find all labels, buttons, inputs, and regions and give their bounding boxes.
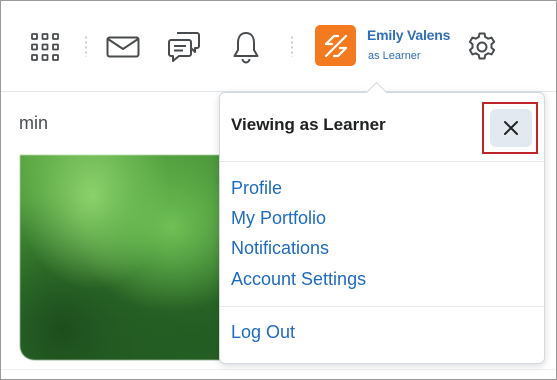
menu-link-notifications[interactable]: Notifications [231, 238, 329, 259]
menu-link-account-settings[interactable]: Account Settings [231, 269, 366, 290]
bell-icon[interactable] [230, 29, 262, 65]
browser-frame: Emily Valens as Learner min Viewing as L… [0, 0, 557, 380]
page-text-fragment: min [19, 113, 49, 133]
popover-divider [220, 161, 544, 162]
nav-divider [85, 35, 87, 57]
course-image [20, 155, 230, 360]
user-role[interactable]: as Learner [368, 50, 421, 62]
nav-divider [291, 35, 293, 57]
menu-link-my-portfolio[interactable]: My Portfolio [231, 208, 326, 229]
chat-bubbles-icon[interactable] [166, 29, 202, 65]
menu-link-profile[interactable]: Profile [231, 178, 282, 199]
close-x-icon [504, 121, 518, 135]
user-name[interactable]: Emily Valens [367, 27, 450, 43]
close-button[interactable] [490, 109, 532, 147]
user-menu-popover: Viewing as Learner Profile My Portfolio … [219, 92, 545, 364]
page-divider [1, 369, 556, 370]
popover-divider [220, 306, 544, 307]
envelope-icon[interactable] [105, 33, 141, 61]
menu-link-log-out[interactable]: Log Out [231, 322, 295, 343]
apps-grid-icon[interactable] [29, 31, 61, 63]
top-navbar: Emily Valens as Learner [1, 1, 556, 92]
popover-title: Viewing as Learner [231, 115, 386, 134]
gear-icon[interactable] [465, 30, 499, 64]
user-avatar-role-switch-icon[interactable] [315, 25, 356, 66]
